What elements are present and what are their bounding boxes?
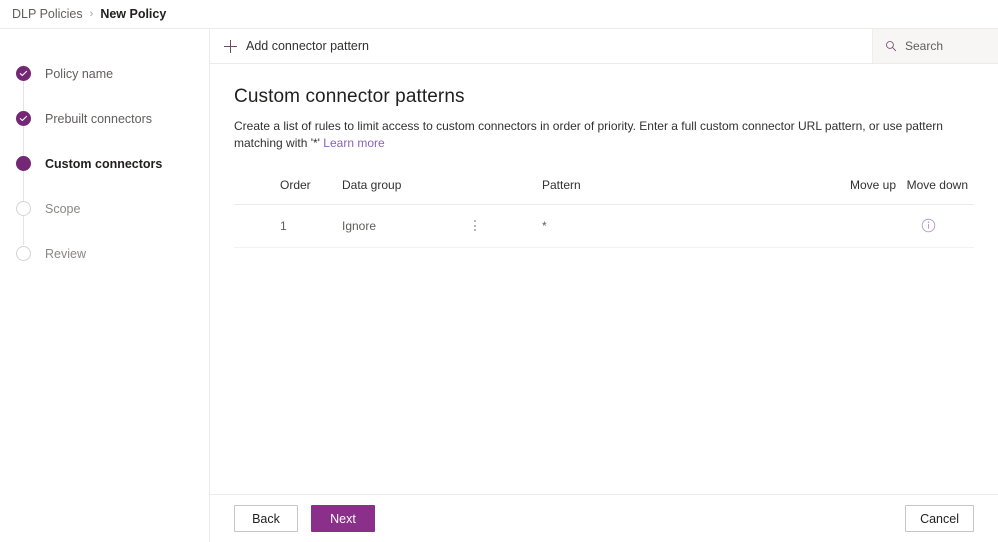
table-row[interactable]: 1 Ignore * bbox=[234, 204, 974, 248]
cell-move-up[interactable] bbox=[836, 204, 902, 248]
info-icon[interactable] bbox=[921, 218, 936, 233]
page-description: Create a list of rules to limit access t… bbox=[234, 118, 974, 152]
cell-data-group[interactable]: Ignore bbox=[314, 204, 514, 248]
wizard-step-label: Prebuilt connectors bbox=[45, 111, 153, 126]
column-header-move-down: Move down bbox=[902, 178, 974, 205]
wizard-step-policy-name[interactable]: Policy name bbox=[0, 51, 209, 96]
page-title: Custom connector patterns bbox=[234, 86, 465, 107]
search-box[interactable] bbox=[872, 29, 998, 63]
main-panel: Add connector pattern Custom connector p… bbox=[210, 29, 998, 542]
add-connector-pattern-button[interactable]: Add connector pattern bbox=[210, 29, 381, 63]
add-connector-pattern-label: Add connector pattern bbox=[246, 39, 369, 53]
breadcrumb-separator-icon: › bbox=[89, 8, 94, 20]
wizard-step-label: Review bbox=[45, 246, 86, 261]
breadcrumb: DLP Policies › New Policy bbox=[0, 0, 998, 28]
table-body: 1 Ignore * bbox=[234, 204, 974, 248]
search-icon bbox=[886, 41, 897, 52]
cell-pattern[interactable]: * bbox=[514, 204, 836, 248]
data-group-value: Ignore bbox=[342, 218, 377, 233]
wizard-step-prebuilt-connectors[interactable]: Prebuilt connectors bbox=[0, 96, 209, 141]
cell-move-down[interactable] bbox=[902, 204, 974, 248]
empty-circle-icon bbox=[16, 201, 31, 216]
panel-body: Custom connector patterns Create a list … bbox=[210, 64, 998, 494]
column-header-data-group[interactable]: Data group bbox=[314, 178, 514, 205]
next-button[interactable]: Next bbox=[311, 505, 375, 532]
command-bar-spacer bbox=[381, 29, 872, 63]
page-container: Policy name Prebuilt connectors Custom c… bbox=[0, 28, 998, 542]
kebab-menu-icon[interactable] bbox=[474, 220, 476, 231]
wizard-step-label: Custom connectors bbox=[45, 156, 163, 171]
cancel-button[interactable]: Cancel bbox=[905, 505, 974, 532]
back-button[interactable]: Back bbox=[234, 505, 298, 532]
check-circle-icon bbox=[16, 66, 31, 81]
command-bar: Add connector pattern bbox=[210, 29, 998, 64]
plus-icon bbox=[224, 39, 237, 53]
column-header-move-up: Move up bbox=[836, 178, 902, 205]
wizard-step-label: Scope bbox=[45, 201, 81, 216]
table-header-row: Order Data group Pattern Move up Move do… bbox=[234, 178, 974, 205]
check-circle-icon bbox=[16, 111, 31, 126]
cell-order: 1 bbox=[234, 204, 314, 248]
table-header: Order Data group Pattern Move up Move do… bbox=[234, 178, 974, 205]
wizard-footer: Back Next Cancel bbox=[210, 494, 998, 542]
breadcrumb-parent-link[interactable]: DLP Policies bbox=[12, 7, 83, 21]
filled-circle-icon bbox=[16, 156, 31, 171]
learn-more-link[interactable]: Learn more bbox=[323, 136, 384, 150]
column-header-pattern[interactable]: Pattern bbox=[514, 178, 836, 205]
wizard-step-custom-connectors[interactable]: Custom connectors bbox=[0, 141, 209, 186]
column-header-order[interactable]: Order bbox=[234, 178, 314, 205]
breadcrumb-current: New Policy bbox=[100, 7, 167, 21]
wizard-step-rail: Policy name Prebuilt connectors Custom c… bbox=[0, 29, 210, 542]
search-input[interactable] bbox=[905, 39, 995, 53]
wizard-step-scope[interactable]: Scope bbox=[0, 186, 209, 231]
wizard-step-label: Policy name bbox=[45, 66, 114, 81]
wizard-step-review[interactable]: Review bbox=[0, 231, 209, 276]
empty-circle-icon bbox=[16, 246, 31, 261]
connector-patterns-table: Order Data group Pattern Move up Move do… bbox=[234, 178, 974, 248]
